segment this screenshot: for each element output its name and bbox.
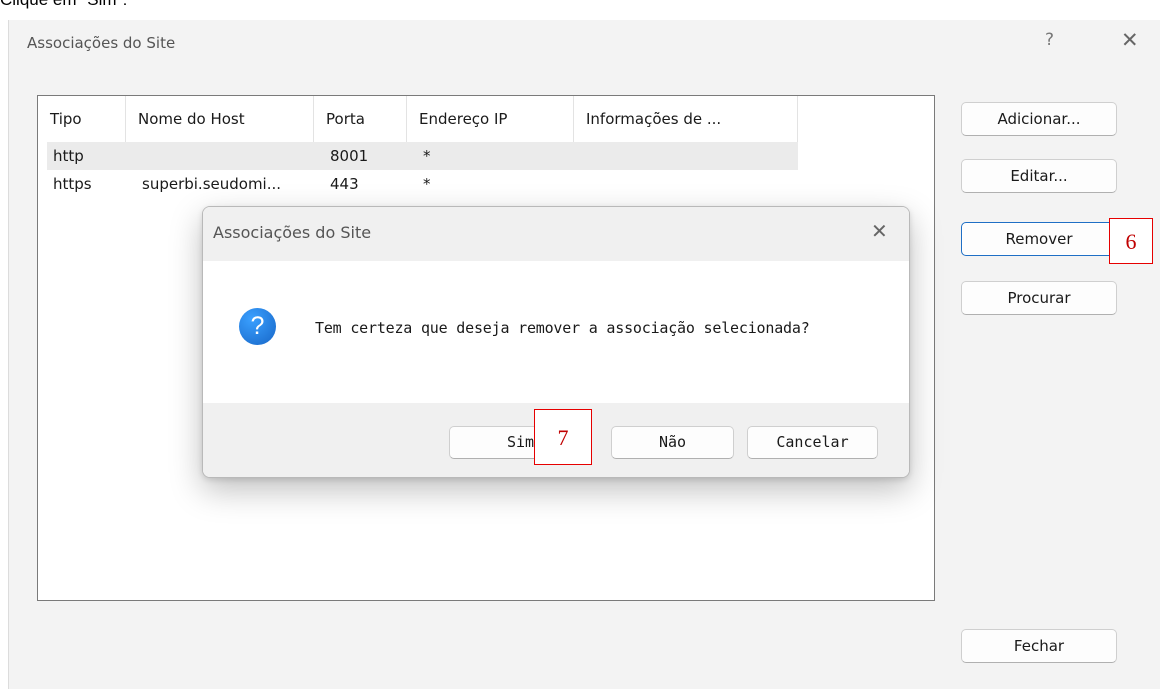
column-header-type[interactable]: Tipo bbox=[38, 96, 126, 142]
dialog-title: Associações do Site bbox=[213, 223, 372, 242]
cell-type: http bbox=[53, 147, 84, 165]
column-header-hostname[interactable]: Nome do Host bbox=[126, 96, 314, 142]
browse-button[interactable]: Procurar bbox=[961, 281, 1117, 315]
dialog-titlebar: Associações do Site ✕ bbox=[203, 207, 909, 261]
cell-type: https bbox=[53, 175, 92, 193]
no-button[interactable]: Não bbox=[611, 426, 734, 459]
close-button[interactable]: Fechar bbox=[961, 629, 1117, 663]
list-header: Tipo Nome do Host Porta Endereço IP Info… bbox=[38, 96, 798, 142]
cell-ip-address: * bbox=[423, 175, 431, 193]
question-icon: ? bbox=[239, 308, 276, 345]
table-row[interactable]: https superbi.seudomi... 443 * bbox=[47, 170, 798, 198]
column-header-info[interactable]: Informações de ... bbox=[574, 96, 798, 142]
cell-port: 8001 bbox=[330, 147, 369, 165]
cancel-button[interactable]: Cancelar bbox=[747, 426, 878, 459]
column-header-port[interactable]: Porta bbox=[314, 96, 407, 142]
edit-button[interactable]: Editar... bbox=[961, 159, 1117, 193]
column-header-ip-address[interactable]: Endereço IP bbox=[407, 96, 574, 142]
window-title: Associações do Site bbox=[27, 34, 176, 52]
help-icon[interactable]: ? bbox=[1045, 30, 1054, 50]
instruction-caption: Clique em "Sim": bbox=[0, 0, 127, 10]
dialog-content: ? Tem certeza que deseja remover a assoc… bbox=[203, 261, 909, 403]
remove-button[interactable]: Remover bbox=[961, 222, 1117, 256]
cell-hostname: superbi.seudomi... bbox=[142, 175, 282, 193]
close-icon[interactable]: ✕ bbox=[1121, 28, 1139, 52]
dialog-close-icon[interactable]: ✕ bbox=[871, 219, 888, 243]
add-button[interactable]: Adicionar... bbox=[961, 102, 1117, 136]
step-marker-yes: 7 bbox=[534, 409, 592, 465]
table-row[interactable]: http 8001 * bbox=[47, 142, 798, 170]
dialog-message: Tem certeza que deseja remover a associa… bbox=[315, 319, 810, 337]
cell-port: 443 bbox=[330, 175, 359, 193]
step-marker-remove: 6 bbox=[1109, 218, 1153, 264]
site-bindings-window: Associações do Site ? ✕ Tipo Nome do Hos… bbox=[8, 20, 1160, 689]
cell-ip-address: * bbox=[423, 147, 431, 165]
